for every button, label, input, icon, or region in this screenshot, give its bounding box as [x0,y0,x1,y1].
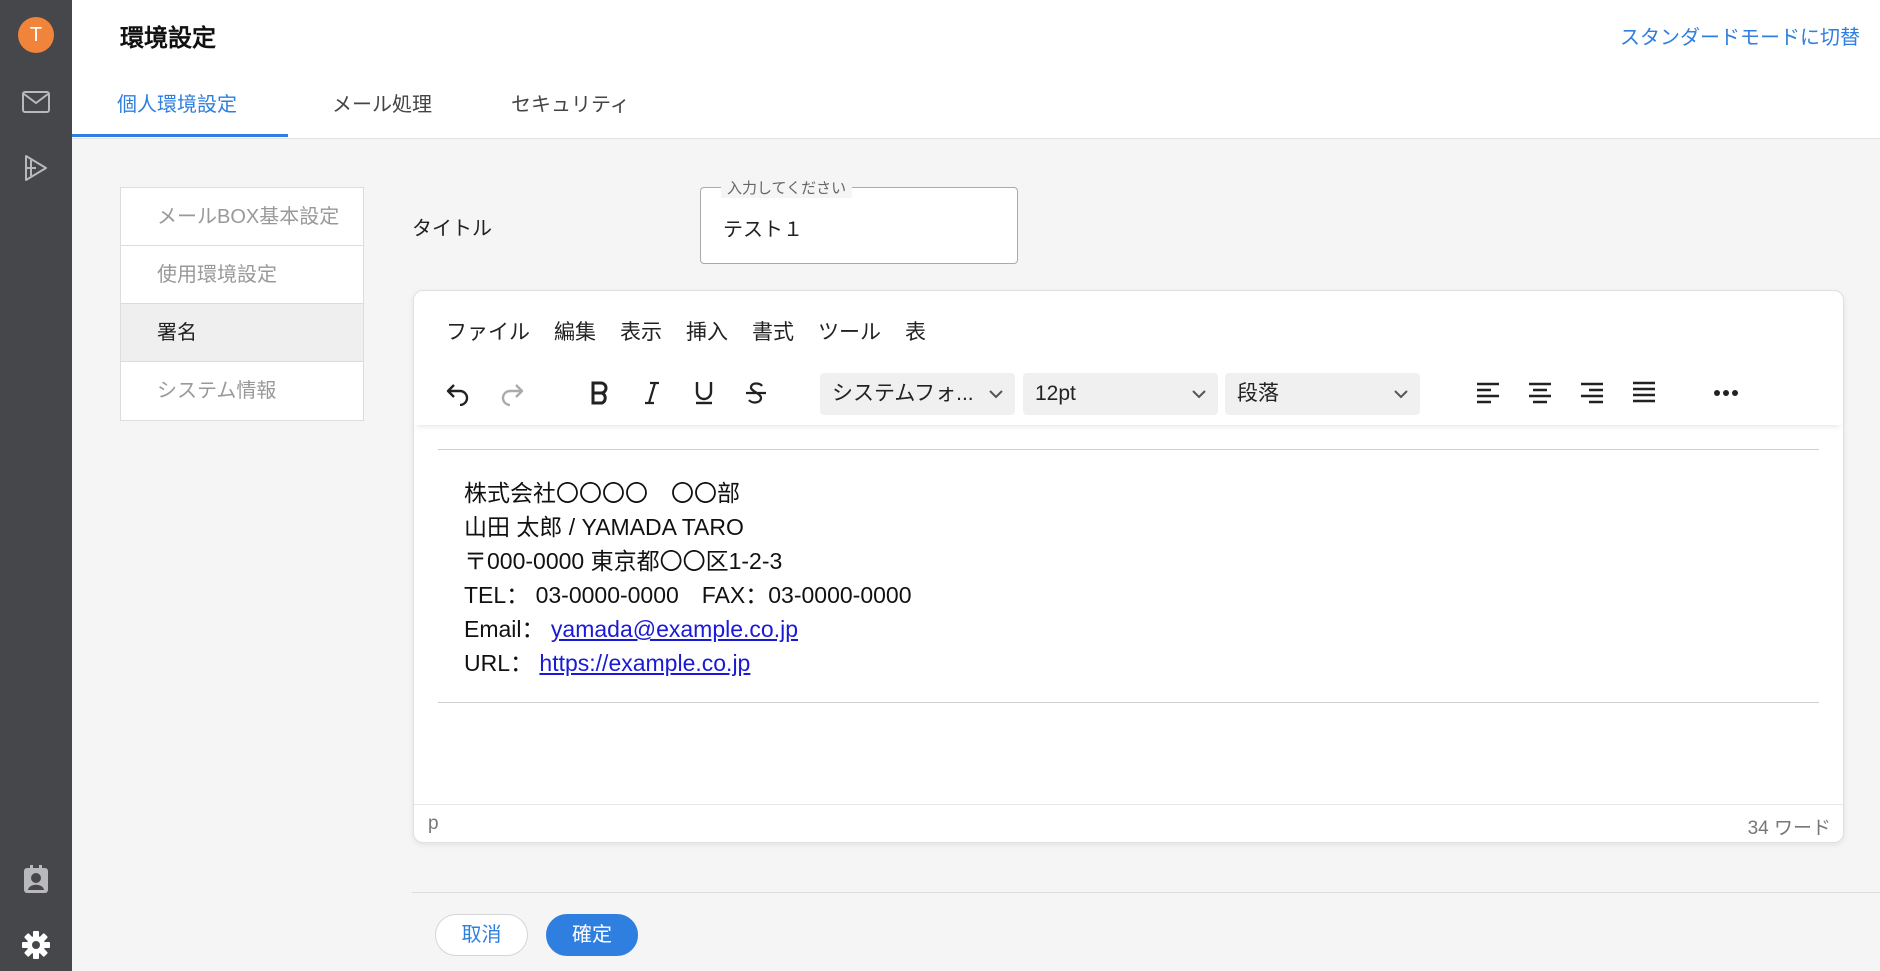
align-justify-icon[interactable] [1624,373,1664,413]
signature-line-company: 株式会社〇〇〇〇 〇〇部 [464,480,740,506]
editor-content[interactable]: 株式会社〇〇〇〇 〇〇部 山田 太郎 / YAMADA TARO 〒000-00… [438,449,1819,703]
settings-side-menu: メールBOX基本設定 使用環境設定 署名 システム情報 [120,187,364,421]
menu-tools[interactable]: ツール [818,316,881,346]
font-size-select[interactable]: 12pt [1023,373,1218,415]
redo-icon[interactable] [492,373,532,413]
bold-icon[interactable] [580,373,620,413]
cancel-button[interactable]: 取消 [435,914,528,956]
align-left-icon[interactable] [1468,373,1508,413]
align-right-icon[interactable] [1572,373,1612,413]
menu-format[interactable]: 書式 [752,316,794,346]
page-title: 環境設定 [120,25,216,52]
title-input-placeholder: 入力してください [721,177,853,198]
signature-line-email: Email： yamada@example.co.jp [464,612,1819,646]
mail-icon[interactable] [20,86,52,118]
title-label: タイトル [412,218,492,240]
menu-table[interactable]: 表 [905,316,926,346]
signature-line-name: 山田 太郎 / YAMADA TARO [464,514,744,540]
url-label: URL： [464,650,534,676]
user-avatar[interactable]: T [18,17,54,53]
strikethrough-icon[interactable] [736,373,776,413]
side-item-usage-environment[interactable]: 使用環境設定 [121,246,363,304]
underline-icon[interactable] [684,373,724,413]
signature-line-url: URL： https://example.co.jp [464,646,1819,680]
element-path[interactable]: p [428,813,439,835]
menu-insert[interactable]: 挿入 [686,316,728,346]
gear-icon[interactable] [20,929,52,961]
signature-body: 株式会社〇〇〇〇 〇〇部 山田 太郎 / YAMADA TARO 〒000-00… [438,450,1819,702]
font-family-value: システムフォ... [832,382,974,405]
tab-mail-processing[interactable]: メール処理 [332,88,432,117]
editor-toolbar: システムフォ... 12pt 段落 [414,363,1843,425]
chevron-down-icon [1394,390,1408,399]
send-icon[interactable] [20,152,52,184]
menu-edit[interactable]: 編集 [554,316,596,346]
email-label: Email： [464,616,545,642]
align-center-icon[interactable] [1520,373,1560,413]
title-input-value: テスト１ [723,219,803,241]
font-size-value: 12pt [1035,382,1076,405]
header: 環境設定 スタンダードモードに切替 個人環境設定 メール処理 セキュリティ [72,0,1880,139]
tab-personal-settings[interactable]: 個人環境設定 [117,88,237,117]
more-options-icon[interactable] [1706,373,1746,413]
side-item-system-info[interactable]: システム情報 [121,362,363,420]
standard-mode-link[interactable]: スタンダードモードに切替 [1620,21,1860,50]
footer-divider [412,892,1880,893]
block-format-select[interactable]: 段落 [1225,373,1420,415]
side-item-signature[interactable]: 署名 [121,304,363,362]
title-input[interactable]: 入力してください テスト１ [700,177,1018,264]
contact-badge-icon[interactable] [20,863,52,895]
chevron-down-icon [1192,390,1206,399]
italic-icon[interactable] [632,373,672,413]
editor-menubar: ファイル 編集 表示 挿入 書式 ツール 表 [446,316,926,346]
editor-statusbar: p 34 ワード [414,804,1843,842]
menu-file[interactable]: ファイル [446,316,530,346]
signature-line-address: 〒000-0000 東京都〇〇区1-2-3 [464,548,783,574]
url-link[interactable]: https://example.co.jp [539,650,750,676]
word-count[interactable]: 34 ワード [1748,813,1831,840]
email-link[interactable]: yamada@example.co.jp [551,616,798,642]
undo-icon[interactable] [438,373,478,413]
horizontal-rule [438,702,1819,703]
signature-line-phone: TEL： 03-0000-0000 FAX：03-0000-0000 [464,582,912,608]
confirm-button[interactable]: 確定 [546,914,638,956]
signature-editor: ファイル 編集 表示 挿入 書式 ツール 表 システムフォ... 12pt 段落… [413,290,1844,843]
font-family-select[interactable]: システムフォ... [820,373,1015,415]
menu-view[interactable]: 表示 [620,316,662,346]
side-item-mailbox-basic[interactable]: メールBOX基本設定 [121,188,363,246]
left-rail: T [0,0,72,971]
block-format-value: 段落 [1237,382,1279,405]
active-tab-indicator [72,134,288,137]
tab-security[interactable]: セキュリティ [511,88,630,117]
chevron-down-icon [989,390,1003,399]
